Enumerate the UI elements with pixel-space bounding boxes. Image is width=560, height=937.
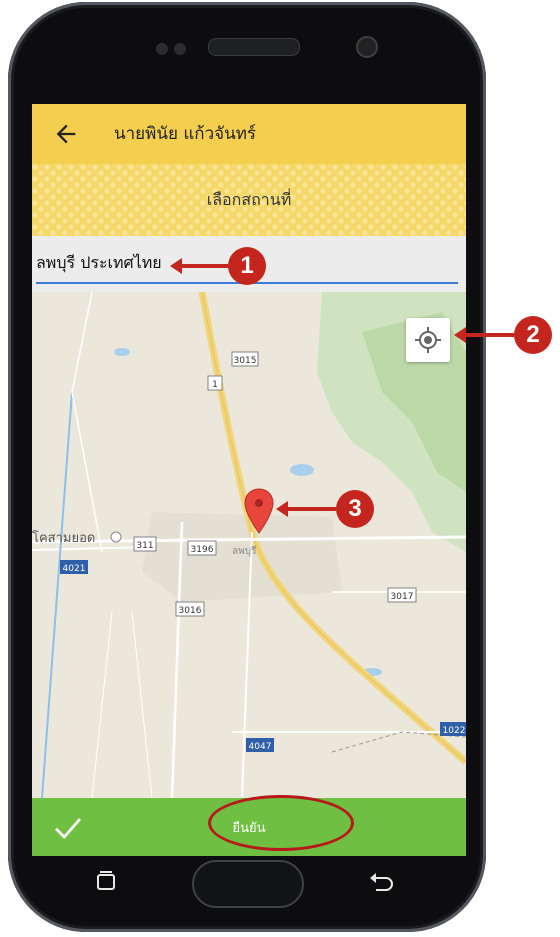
- map-canvas: 3015 1 311 3196 3016 3017 4021 4047 1022…: [32, 292, 466, 798]
- check-icon[interactable]: [50, 810, 86, 846]
- section-title: เลือกสถานที่: [206, 190, 292, 209]
- svg-text:3196: 3196: [191, 545, 214, 555]
- svg-text:311: 311: [136, 541, 153, 551]
- arrow-left-icon[interactable]: [52, 120, 80, 148]
- front-camera: [356, 36, 378, 58]
- earpiece-speaker: [208, 38, 300, 56]
- route-shield-1: 1: [207, 375, 223, 391]
- app-screen: นายพินัย แก้วจันทร์ เลือกสถานที่ ลพบุรี …: [32, 104, 466, 856]
- my-location-button[interactable]: [406, 318, 450, 362]
- callout-arrow-3: [276, 501, 336, 517]
- sensor-dots: [156, 40, 192, 55]
- route-shield-3016: 3016: [175, 601, 205, 617]
- callout-badge-2: 2: [514, 316, 552, 354]
- svg-text:1022: 1022: [443, 726, 466, 736]
- svg-text:3015: 3015: [234, 356, 257, 366]
- svg-text:3017: 3017: [391, 592, 414, 602]
- my-location-icon: [415, 327, 441, 353]
- route-shield-4021: 4021: [60, 560, 88, 574]
- route-shield-4047: 4047: [246, 738, 274, 752]
- map-pin-icon[interactable]: [244, 488, 274, 534]
- route-shield-1022: 1022: [440, 722, 466, 736]
- recent-apps-icon[interactable]: [92, 868, 120, 896]
- callout-badge-1: 1: [228, 247, 266, 285]
- place-label-khok-samrong: โคสามยอด: [32, 530, 95, 546]
- callout-arrow-2: [454, 327, 514, 343]
- back-key-icon[interactable]: [366, 868, 396, 896]
- page-title: นายพินัย แก้วจันทร์: [114, 124, 257, 144]
- place-label-lopburi: ลพบุรี: [232, 545, 257, 557]
- svg-text:3016: 3016: [179, 606, 202, 616]
- svg-text:1: 1: [212, 380, 218, 390]
- app-bar: นายพินัย แก้วจันทร์: [32, 104, 466, 165]
- route-shield-3015: 3015: [231, 351, 259, 367]
- confirm-highlight-ellipse: [208, 795, 354, 851]
- svg-text:4021: 4021: [63, 564, 86, 574]
- map-view[interactable]: 3015 1 311 3196 3016 3017 4021 4047 1022…: [32, 292, 466, 798]
- route-shield-311: 311: [133, 536, 157, 552]
- route-shield-3017: 3017: [387, 587, 417, 603]
- svg-text:4047: 4047: [249, 742, 272, 752]
- route-shield-3196: 3196: [187, 540, 217, 556]
- home-button[interactable]: [192, 860, 304, 908]
- callout-badge-3: 3: [336, 490, 374, 528]
- section-header: เลือกสถานที่: [32, 164, 466, 236]
- callout-arrow-1: [170, 258, 230, 274]
